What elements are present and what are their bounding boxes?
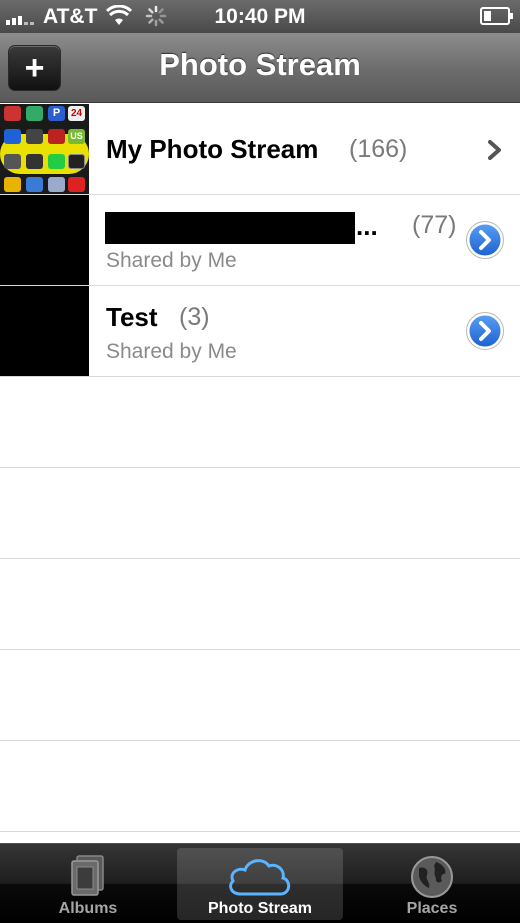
empty-row	[0, 468, 520, 559]
empty-row	[0, 741, 520, 832]
redacted-title	[105, 212, 355, 244]
tab-label: Photo Stream	[207, 900, 312, 917]
detail-disclosure-icon[interactable]	[466, 312, 504, 350]
stream-count: (77)	[412, 211, 457, 239]
tab-label: Places	[406, 900, 458, 917]
empty-row	[0, 650, 520, 741]
tab-bar: Albums Photo Stream Places	[0, 843, 520, 923]
stream-thumbnail	[0, 195, 89, 285]
empty-row	[0, 559, 520, 650]
cloud-icon	[229, 859, 291, 896]
page-title: Photo Stream	[159, 47, 361, 82]
albums-icon	[71, 855, 104, 896]
stream-title: My Photo Stream	[106, 134, 319, 164]
tab-albums[interactable]: Albums	[8, 848, 168, 920]
battery-icon	[480, 7, 513, 25]
list-item-shared-stream[interactable]: ... (77) Shared by Me	[0, 195, 520, 286]
stream-thumbnail: P 24 US	[0, 104, 89, 194]
tab-places[interactable]: Places	[352, 848, 512, 920]
photo-stream-list: P 24 US My Photo Stream (166) ... (77) S…	[0, 104, 520, 832]
navigation-bar: + Photo Stream	[0, 33, 520, 103]
stream-thumbnail	[0, 286, 89, 376]
tab-photo-stream[interactable]: Photo Stream	[177, 848, 343, 920]
stream-subtitle: Shared by Me	[106, 249, 237, 272]
list-item-my-photo-stream[interactable]: P 24 US My Photo Stream (166)	[0, 104, 520, 195]
stream-count: (3)	[179, 303, 210, 331]
list-item-test-stream[interactable]: Test (3) Shared by Me	[0, 286, 520, 377]
stream-title: Test	[106, 302, 158, 332]
status-bar: AT&T 10:40 PM	[0, 0, 520, 33]
stream-count: (166)	[349, 135, 408, 163]
clock: 10:40 PM	[214, 5, 306, 28]
globe-icon	[411, 856, 453, 898]
tab-label: Albums	[58, 900, 118, 917]
chevron-right-icon	[488, 140, 501, 160]
stream-subtitle: Shared by Me	[106, 340, 237, 363]
detail-disclosure-icon[interactable]	[466, 221, 504, 259]
stream-title: ...	[356, 211, 378, 241]
empty-row	[0, 377, 520, 468]
